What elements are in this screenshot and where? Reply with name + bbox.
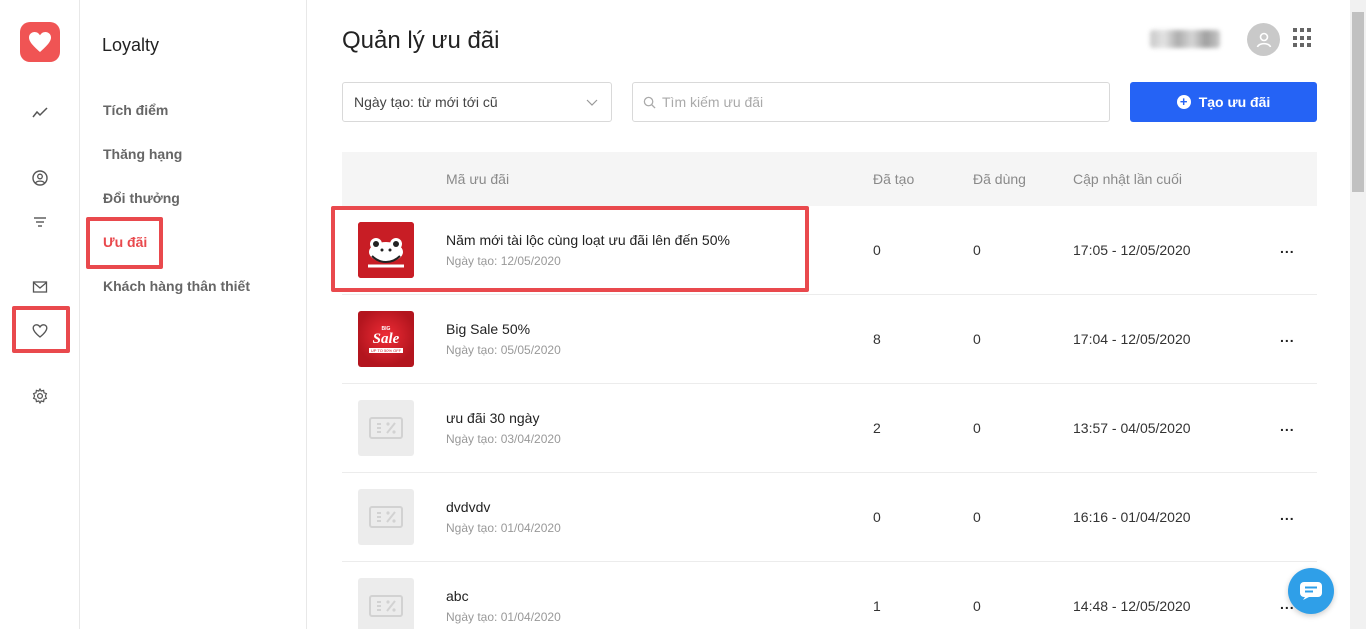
offer-updated: 16:16 - 01/04/2020: [1073, 509, 1191, 525]
offer-used-count: 0: [973, 509, 981, 525]
more-options-icon[interactable]: ...: [1280, 507, 1295, 523]
subnav-item-doi-thuong[interactable]: Đổi thưởng: [103, 190, 180, 206]
offer-made-count: 1: [873, 598, 881, 614]
loyalty-subnav: Loyalty Tích điểm Thăng hạng Đổi thưởng …: [80, 0, 307, 629]
offer-thumbnail: [358, 400, 414, 456]
offer-used-count: 0: [973, 331, 981, 347]
more-options-icon[interactable]: ...: [1280, 240, 1295, 256]
offer-made-count: 2: [873, 420, 881, 436]
page-scrollbar[interactable]: [1350, 0, 1366, 629]
sale-main-text: Sale: [372, 330, 400, 347]
plus-circle-icon: +: [1176, 95, 1191, 109]
voucher-placeholder-icon: [369, 506, 403, 528]
voucher-placeholder-icon: [369, 417, 403, 439]
search-box[interactable]: [632, 82, 1110, 122]
sale-sub-text: UP TO 50% OFF: [368, 347, 404, 353]
search-input[interactable]: [662, 94, 1082, 110]
more-options-icon[interactable]: ...: [1280, 418, 1295, 434]
more-options-icon[interactable]: ...: [1280, 329, 1295, 345]
offer-created-date: Ngày tạo: 01/04/2020: [446, 521, 561, 535]
header-used: Đã dùng: [973, 171, 1026, 187]
mail-icon[interactable]: [26, 273, 54, 301]
offer-name[interactable]: dvdvdv: [446, 499, 490, 515]
offer-thumbnail: [358, 489, 414, 545]
offer-created-date: Ngày tạo: 05/05/2020: [446, 343, 561, 357]
offer-updated: 17:04 - 12/05/2020: [1073, 331, 1191, 347]
sort-select-value: Ngày tạo: từ mới tới cũ: [354, 94, 498, 110]
table-row[interactable]: ưu đãi 30 ngày Ngày tạo: 03/04/2020 2 0 …: [342, 384, 1317, 473]
user-icon: [1256, 32, 1271, 47]
offer-made-count: 0: [873, 242, 881, 258]
offer-created-date: Ngày tạo: 01/04/2020: [446, 610, 561, 624]
chevron-down-icon: [586, 99, 598, 106]
avatar[interactable]: [1247, 23, 1280, 56]
offer-updated: 13:57 - 04/05/2020: [1073, 420, 1191, 436]
subnav-item-tich-diem[interactable]: Tích điểm: [103, 102, 168, 118]
chat-bubble-button[interactable]: [1288, 568, 1334, 614]
offer-made-count: 0: [873, 509, 881, 525]
subnav-title: Loyalty: [102, 35, 160, 55]
search-icon: [643, 96, 656, 109]
offer-used-count: 0: [973, 420, 981, 436]
user-circle-icon[interactable]: [26, 164, 54, 192]
offer-updated: 14:48 - 12/05/2020: [1073, 598, 1191, 614]
chat-icon: [1300, 582, 1322, 600]
user-name-blurred[interactable]: [1150, 30, 1220, 48]
offer-thumbnail: [358, 578, 414, 629]
header-created: Đã tạo: [873, 171, 915, 187]
filter-icon[interactable]: [26, 208, 54, 236]
offer-updated: 17:05 - 12/05/2020: [1073, 242, 1191, 258]
trend-icon[interactable]: [26, 99, 54, 127]
subnav-item-khach-hang[interactable]: Khách hàng thân thiết: [103, 278, 250, 294]
active-rail-highlight: [12, 306, 70, 353]
create-offer-button[interactable]: + Tạo ưu đãi: [1130, 82, 1317, 122]
first-row-highlight: [331, 206, 809, 292]
icon-rail: [0, 0, 80, 629]
heart-logo-icon[interactable]: [20, 22, 60, 62]
subnav-item-thang-hang[interactable]: Thăng hạng: [103, 146, 182, 162]
offer-used-count: 0: [973, 598, 981, 614]
header-code: Mã ưu đãi: [446, 171, 510, 187]
offer-name[interactable]: Big Sale 50%: [446, 321, 530, 337]
offer-name[interactable]: abc: [446, 588, 469, 604]
gear-icon[interactable]: [26, 382, 54, 410]
table-row[interactable]: abc Ngày tạo: 01/04/2020 1 0 14:48 - 12/…: [342, 562, 1317, 629]
main-content: Quản lý ưu đãi Ngày tạo: từ mới tới cũ +…: [307, 0, 1350, 629]
header-updated: Cập nhật lần cuối: [1073, 171, 1182, 187]
page-title: Quản lý ưu đãi: [342, 27, 500, 54]
offer-thumbnail: BIG Sale UP TO 50% OFF: [358, 311, 414, 367]
scrollbar-thumb[interactable]: [1352, 12, 1364, 192]
create-offer-label: Tạo ưu đãi: [1198, 94, 1271, 110]
offer-used-count: 0: [973, 242, 981, 258]
table-header: Mã ưu đãi Đã tạo Đã dùng Cập nhật lần cu…: [342, 152, 1317, 206]
active-subnav-highlight: [86, 217, 163, 269]
offer-created-date: Ngày tạo: 03/04/2020: [446, 432, 561, 446]
apps-grid-icon[interactable]: [1293, 28, 1313, 48]
offer-made-count: 8: [873, 331, 881, 347]
voucher-placeholder-icon: [369, 595, 403, 617]
table-row[interactable]: dvdvdv Ngày tạo: 01/04/2020 0 0 16:16 - …: [342, 473, 1317, 562]
table-row[interactable]: BIG Sale UP TO 50% OFF Big Sale 50% Ngày…: [342, 295, 1317, 384]
big-sale-image: BIG Sale UP TO 50% OFF: [358, 311, 414, 367]
sort-select[interactable]: Ngày tạo: từ mới tới cũ: [342, 82, 612, 122]
offer-name[interactable]: ưu đãi 30 ngày: [446, 410, 539, 426]
